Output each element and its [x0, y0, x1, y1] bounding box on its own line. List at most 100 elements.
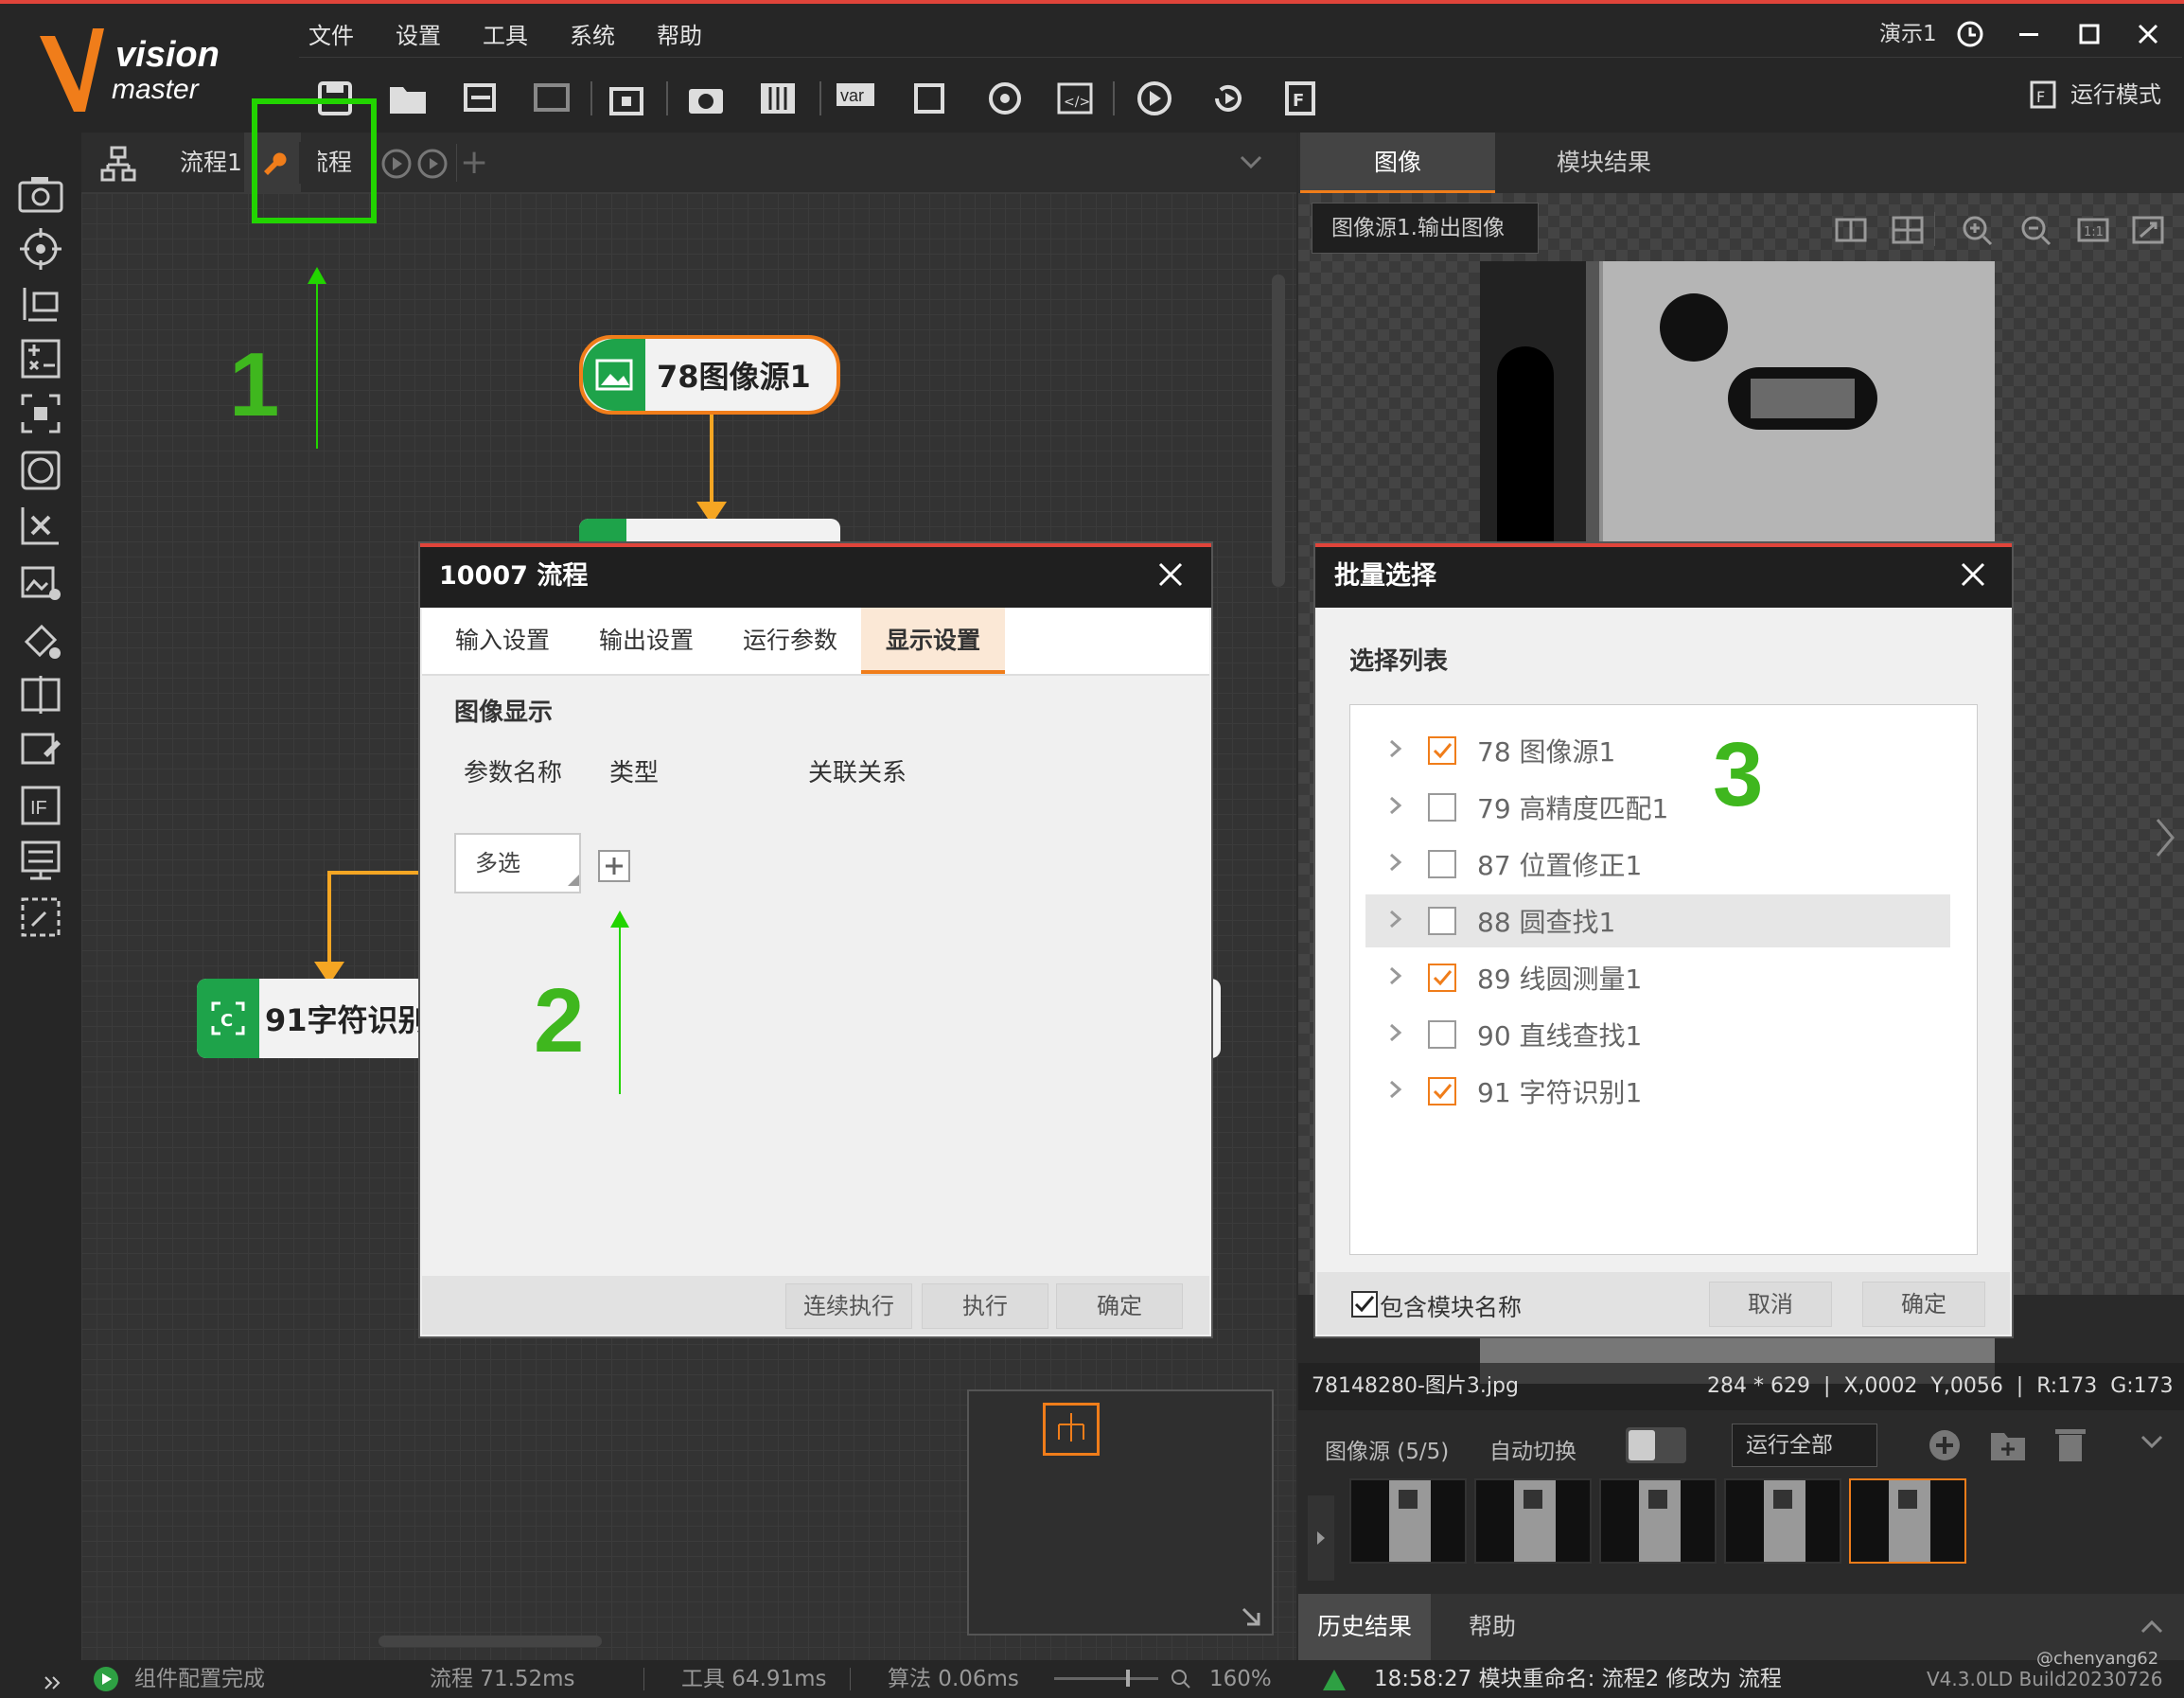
open-folder-icon[interactable] [382, 72, 435, 125]
close-icon[interactable] [1951, 553, 1995, 596]
run-mode-button[interactable]: 运行模式 [2070, 78, 2161, 112]
include-name-checkbox[interactable] [1351, 1291, 1378, 1318]
zoom-out-icon[interactable] [2019, 214, 2053, 246]
split-view-icon[interactable] [1834, 214, 1868, 246]
menu-system[interactable]: 系统 [570, 17, 615, 55]
thumb-prev-button[interactable] [1308, 1495, 1334, 1581]
item-checkbox[interactable] [1428, 793, 1456, 822]
minimap[interactable] [967, 1389, 1274, 1636]
image-generate-icon[interactable] [11, 553, 70, 611]
canvas-hscrollbar[interactable] [379, 1636, 602, 1647]
ok-button[interactable]: 确定 [1862, 1282, 1985, 1327]
add-circle-icon[interactable] [1927, 1427, 1963, 1463]
menu-file[interactable]: 文件 [308, 17, 354, 55]
add-param-icon[interactable] [598, 850, 630, 882]
ok-button[interactable]: 确定 [1056, 1283, 1183, 1329]
auto-switch-toggle[interactable] [1626, 1427, 1686, 1463]
run-mode-icon[interactable]: F [2029, 80, 2059, 110]
menu-tools[interactable]: 工具 [483, 17, 528, 55]
run-button[interactable]: 执行 [922, 1283, 1048, 1329]
add-flow-button[interactable]: + [460, 133, 498, 193]
fit-window-icon[interactable] [2131, 214, 2165, 246]
list-item[interactable]: 78 图像源1 [1350, 724, 1979, 777]
delete-icon[interactable] [2053, 1425, 2087, 1463]
list-item[interactable]: 89 线圆测量1 [1350, 951, 1979, 1004]
grid-view-icon[interactable] [1891, 214, 1925, 246]
run-all-select[interactable]: 运行全部 [1732, 1424, 1877, 1467]
list-item[interactable]: 79 高精度匹配1 [1350, 781, 1979, 834]
search-icon[interactable] [1170, 1668, 1192, 1690]
item-checkbox[interactable] [1428, 1077, 1456, 1105]
image-source-select[interactable]: 图像源1.输出图像 [1312, 203, 1539, 254]
chevron-down-icon[interactable] [1240, 153, 1262, 172]
global-trigger-icon[interactable] [978, 72, 1031, 125]
loop-flow-icon[interactable] [416, 148, 449, 180]
item-checkbox[interactable] [1428, 1020, 1456, 1049]
image-thumbnail[interactable] [1349, 1478, 1467, 1564]
chevron-right-icon[interactable] [1388, 906, 1413, 937]
color-icon[interactable] [11, 441, 70, 500]
camera-icon[interactable] [11, 165, 70, 223]
chevron-right-icon[interactable] [2152, 814, 2180, 861]
edit-image-icon[interactable] [11, 719, 70, 778]
tab-help[interactable]: 帮助 [1431, 1594, 1554, 1660]
measure-icon[interactable] [11, 274, 70, 333]
run-loop-icon[interactable] [1202, 72, 1255, 125]
chevron-right-icon[interactable] [1388, 849, 1413, 880]
tab-run-params[interactable]: 运行参数 [719, 608, 861, 674]
image-process-icon[interactable] [11, 384, 70, 443]
item-checkbox[interactable] [1428, 907, 1456, 935]
export-icon[interactable] [526, 72, 579, 125]
camera-icon[interactable] [679, 72, 732, 125]
tab-image[interactable]: 图像 [1300, 133, 1495, 193]
defect-icon[interactable] [11, 496, 70, 555]
minimap-viewport[interactable] [1043, 1403, 1100, 1456]
chevron-up-icon[interactable] [2139, 1617, 2165, 1636]
image-thumbnail[interactable] [1474, 1478, 1592, 1564]
chevron-down-icon[interactable] [2139, 1433, 2165, 1452]
tab-history[interactable]: 历史结果 [1298, 1594, 1431, 1660]
chevron-right-icon[interactable] [1388, 792, 1413, 823]
communication-icon[interactable] [903, 72, 956, 125]
script-icon[interactable]: </> [1048, 72, 1101, 125]
item-checkbox[interactable] [1428, 850, 1456, 878]
list-item[interactable]: 91 字符识别1 [1350, 1065, 1979, 1118]
custom-icon[interactable] [11, 888, 70, 946]
list-item[interactable]: 90 直线查找1 [1350, 1008, 1979, 1061]
run-flow-icon[interactable] [380, 148, 413, 180]
canvas-scrollbar[interactable] [1272, 274, 1285, 587]
calibration-icon[interactable] [11, 610, 70, 668]
close-icon[interactable] [1149, 553, 1192, 596]
locate-icon[interactable] [11, 220, 70, 278]
actual-size-icon[interactable]: 1:1 [2076, 214, 2110, 246]
cancel-button[interactable]: 取消 [1709, 1282, 1832, 1327]
item-checkbox[interactable] [1428, 736, 1456, 765]
form-icon[interactable]: F [1276, 72, 1329, 125]
chevron-right-icon[interactable] [1388, 963, 1413, 994]
list-item[interactable]: 88 圆查找1 [1365, 894, 1950, 947]
maximize-icon[interactable] [2069, 15, 2110, 53]
tab-output-settings[interactable]: 输出设置 [575, 608, 717, 674]
clock-icon[interactable] [1949, 15, 1991, 53]
node-image-source[interactable]: 78图像源1 [579, 335, 840, 415]
compare-icon[interactable] [11, 664, 70, 723]
list-item[interactable]: 87 位置修正1 [1350, 838, 1979, 891]
zoom-in-icon[interactable] [1961, 214, 1995, 246]
tab-input-settings[interactable]: 输入设置 [432, 608, 573, 674]
multi-select-dropdown[interactable]: 多选 [454, 833, 581, 893]
menu-settings[interactable]: 设置 [396, 17, 441, 55]
import-icon[interactable] [456, 72, 509, 125]
image-thumbnail-selected[interactable] [1849, 1478, 1966, 1564]
chevron-right-icon[interactable] [1388, 735, 1413, 767]
continuous-run-button[interactable]: 连续执行 [785, 1283, 912, 1329]
flow-tree-icon[interactable] [100, 146, 136, 182]
zoom-slider[interactable] [1054, 1670, 1158, 1687]
tab-module-result[interactable]: 模块结果 [1497, 133, 1711, 193]
chevron-right-icon[interactable] [1388, 1019, 1413, 1051]
menu-help[interactable]: 帮助 [657, 17, 702, 55]
logic-if-icon[interactable]: IF [11, 776, 70, 835]
tab-display-settings[interactable]: 显示设置 [861, 608, 1005, 674]
calc-icon[interactable] [11, 329, 70, 388]
run-once-icon[interactable] [1128, 72, 1181, 125]
close-icon[interactable] [2127, 15, 2169, 53]
